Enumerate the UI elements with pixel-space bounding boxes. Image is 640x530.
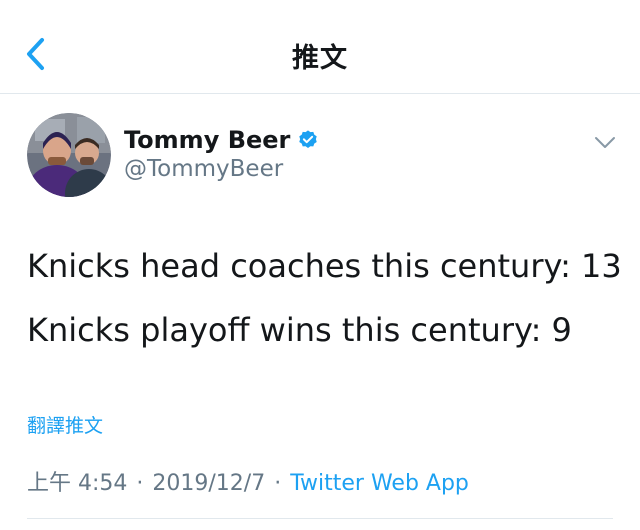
translate-tweet-link[interactable]: 翻譯推文 <box>27 411 103 438</box>
avatar[interactable] <box>27 113 111 197</box>
top-navigation-bar: 推文 <box>0 0 640 94</box>
tweet-time: 上午 4:54 <box>27 471 128 496</box>
tweet-line: Knicks head coaches this century: 13 <box>27 247 622 285</box>
page-title: 推文 <box>292 43 348 74</box>
tweet-date: 2019/12/7 <box>152 471 266 496</box>
avatar-photo <box>27 113 111 197</box>
author-name-row[interactable]: Tommy Beer <box>124 124 319 156</box>
verified-badge-icon <box>297 129 319 151</box>
tweet-text: Knicks head coaches this century: 13 Kni… <box>27 234 627 362</box>
meta-separator: · <box>274 471 282 496</box>
divider <box>27 518 613 519</box>
chevron-down-icon <box>595 137 615 148</box>
tweet-detail-page: 推文 Tommy Beer @TommyBeer Knicks head coa… <box>0 0 640 530</box>
author-handle[interactable]: @TommyBeer <box>124 156 283 182</box>
tweet-meta: 上午 4:54 · 2019/12/7 · Twitter Web App <box>27 465 469 497</box>
tweet-menu-button[interactable] <box>590 130 620 154</box>
meta-separator: · <box>136 471 144 496</box>
tweet-line: Knicks playoff wins this century: 9 <box>27 311 572 349</box>
author-display-name[interactable]: Tommy Beer <box>124 126 290 154</box>
tweet-source-link[interactable]: Twitter Web App <box>290 471 469 496</box>
